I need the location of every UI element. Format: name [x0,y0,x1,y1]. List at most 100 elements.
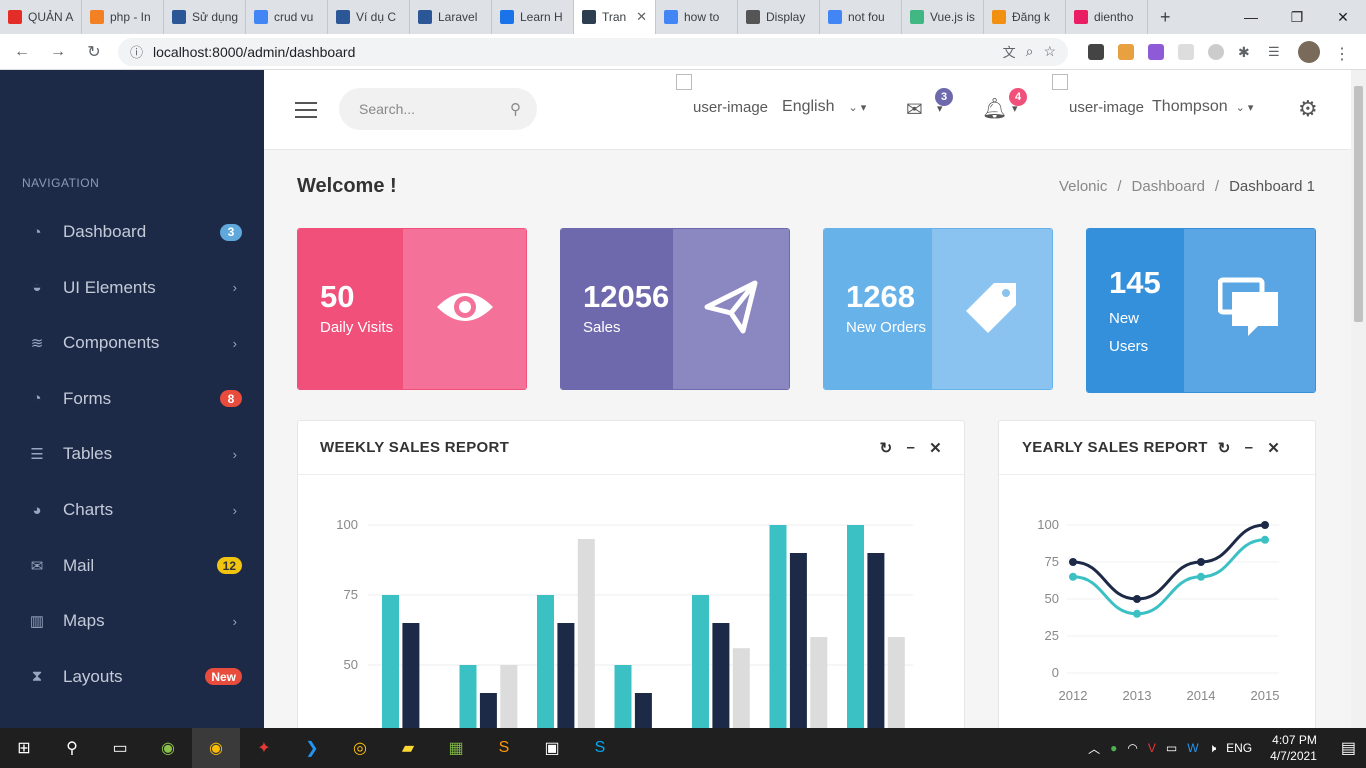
mail-icon[interactable]: ✉ [906,97,923,122]
volume-icon[interactable]: 🕨︎ [1209,741,1217,756]
sidebar-item-tables[interactable]: ☰ Tables › [0,432,264,476]
input-language[interactable]: ENG [1226,741,1252,755]
search-icon[interactable]: ⚲ [48,728,96,768]
forward-icon[interactable]: → [44,43,72,61]
maximize-icon[interactable]: ❐ [1274,0,1320,34]
browser-tab[interactable]: not fou [820,0,902,34]
file-explorer-icon[interactable]: ▰ [384,728,432,768]
url-input[interactable]: ⓘ localhost:8000/admin/dashboard 文 ⌕ ☆ [118,37,1068,66]
browser-tab[interactable]: Sử dụng [164,0,246,34]
bookmark-star-icon[interactable]: ☆ [1043,43,1056,60]
sidebar-item-forms[interactable]: ◔ Forms 8 [0,377,264,421]
sidebar-badge: 3 [220,223,242,241]
extension-icon[interactable] [1118,43,1134,60]
refresh-icon[interactable]: ↻ [1218,439,1231,457]
search-input[interactable]: Search... ⚲ [339,88,537,130]
browser-tab[interactable]: QUẢN A [0,0,82,34]
browser-tab[interactable]: php - In [82,0,164,34]
settings-gear-icon[interactable]: ⚙ [1298,96,1318,122]
tab-favicon-icon [664,10,678,24]
browser-tab[interactable]: Ví dụ C [328,0,410,34]
vscode-icon[interactable]: ❯ [288,728,336,768]
close-panel-icon[interactable]: ✕ [1267,439,1280,457]
breadcrumb-item[interactable]: Dashboard [1132,178,1205,195]
reload-icon[interactable]: ↻ [80,42,108,62]
app-icon[interactable]: ◎ [336,728,384,768]
tab-label: dientho [1094,10,1134,24]
page-scrollbar[interactable] [1351,70,1366,728]
wifi-icon[interactable]: ◠ [1127,741,1137,755]
extension-icon[interactable] [1088,43,1104,60]
browser-tab[interactable]: how to [656,0,738,34]
bar [732,648,750,739]
menu-icon[interactable]: ⋮ [1334,44,1350,63]
data-point [1069,572,1077,581]
search-icon[interactable]: ⚲ [510,100,521,118]
browser-tab[interactable]: Vue.js is [902,0,984,34]
puzzle-icon[interactable]: ✱ [1238,44,1254,60]
terminal-icon[interactable]: ▣ [528,728,576,768]
close-tab-icon[interactable]: ✕ [636,9,647,25]
tab-favicon-icon [500,10,514,24]
reading-list-icon[interactable]: ☰ [1268,44,1284,60]
extension-icon[interactable] [1208,43,1224,60]
chevron-down-icon: ⌄ ▾ [1235,101,1254,114]
sidebar-item-layouts[interactable]: ⧗ Layouts New [0,655,264,699]
browser-tab[interactable]: Tran ✕ [574,0,656,34]
chrome-icon[interactable]: ◉ [192,728,240,768]
app-icon[interactable]: ◉ [144,728,192,768]
browser-tab[interactable]: Laravel [410,0,492,34]
new-tab-icon[interactable]: + [1160,7,1171,28]
battery-icon[interactable]: ▭ [1166,741,1177,755]
tray-app-icon[interactable]: ● [1110,741,1117,755]
task-view-icon[interactable]: ▭ [96,728,144,768]
language-selector[interactable]: user-image English ⌄ ▾ [676,74,866,116]
tab-label: Tran [602,10,627,24]
stat-value: 12056 [583,279,670,314]
sidebar-item-dashboard[interactable]: ◔ Dashboard 3 [0,210,264,254]
close-panel-icon[interactable]: ✕ [929,439,942,457]
notifications-icon[interactable]: ▤ [1341,738,1356,758]
app-icon[interactable]: ▦ [432,728,480,768]
browser-tab[interactable]: crud vu [246,0,328,34]
window-controls: — ❐ ✕ [1228,0,1366,34]
chevron-up-icon[interactable]: ︿ [1088,740,1100,757]
browser-tab[interactable]: Display [738,0,820,34]
breadcrumb-item[interactable]: Velonic [1059,178,1107,195]
sidebar-item-maps[interactable]: ▥ Maps › [0,599,264,643]
windows-start-icon[interactable]: ⊞ [0,728,48,768]
sidebar-item-ui-elements[interactable]: ◒ UI Elements › [0,266,264,310]
x-tick-label: 2012 [1059,688,1088,703]
sidebar-item-mail[interactable]: ✉ Mail 12 [0,544,264,588]
basket-icon: ◒ [32,279,42,297]
menu-toggle-icon[interactable] [295,102,317,118]
minimize-icon[interactable]: — [1228,0,1274,34]
scrollbar-thumb[interactable] [1354,86,1363,322]
user-menu[interactable]: user-image Thompson ⌄ ▾ [1052,74,1253,116]
extension-icon[interactable] [1178,43,1194,60]
browser-tab[interactable]: dientho [1066,0,1148,34]
tab-label: Laravel [438,10,478,24]
translate-icon[interactable]: 文 [1003,42,1016,61]
sidebar-item-components[interactable]: ≋ Components › [0,321,264,365]
app-icon[interactable]: ✦ [240,728,288,768]
profile-avatar[interactable] [1298,40,1320,63]
tray-app-icon[interactable]: W [1187,741,1198,755]
close-window-icon[interactable]: ✕ [1320,0,1366,34]
back-icon[interactable]: ← [8,43,36,61]
minimize-panel-icon[interactable]: – [1245,439,1254,457]
skype-icon[interactable]: S [576,728,624,768]
tray-app-icon[interactable]: V [1148,741,1156,755]
bar [577,539,595,739]
sidebar-item-charts[interactable]: ◕ Charts › [0,488,264,532]
minimize-panel-icon[interactable]: – [906,439,915,457]
bell-icon[interactable]: 🔔︎ [982,96,1007,121]
browser-tab[interactable]: Đăng k [984,0,1066,34]
sublime-icon[interactable]: S [480,728,528,768]
browser-tab[interactable]: Learn H [492,0,574,34]
extension-icon[interactable] [1148,43,1164,60]
tab-favicon-icon [418,10,432,24]
clock[interactable]: 4:07 PM 4/7/2021 [1270,732,1317,764]
zoom-icon[interactable]: ⌕ [1026,43,1034,60]
refresh-icon[interactable]: ↻ [880,439,893,457]
